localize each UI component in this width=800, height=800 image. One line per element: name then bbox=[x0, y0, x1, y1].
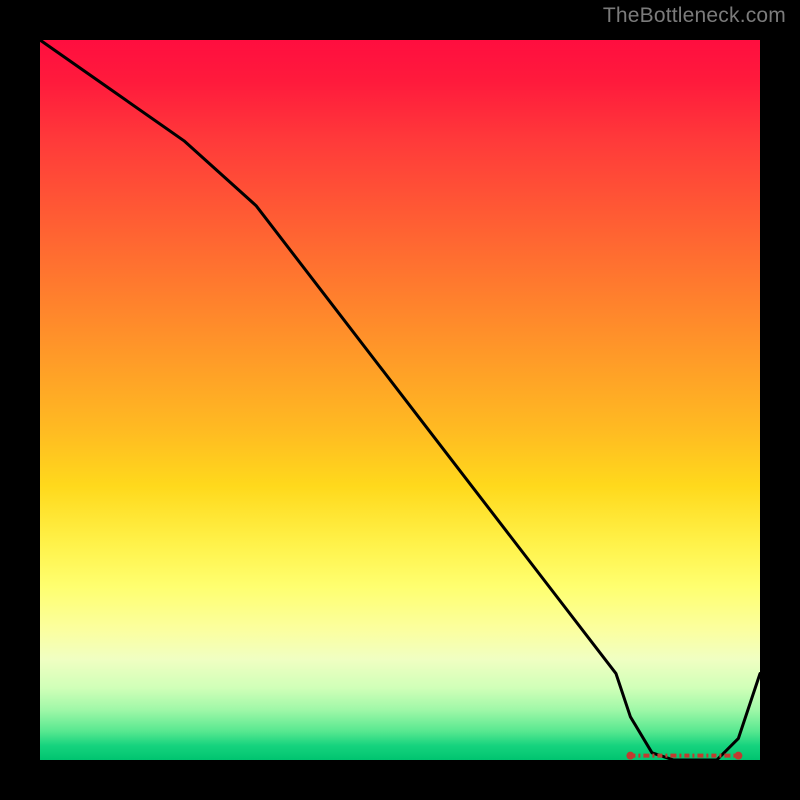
curve-layer bbox=[40, 40, 760, 760]
flat-region-end-marker bbox=[734, 752, 742, 760]
chart-stage: TheBottleneck.com bbox=[0, 0, 800, 800]
attribution-text: TheBottleneck.com bbox=[603, 4, 786, 28]
flat-region-start-marker bbox=[626, 752, 634, 760]
curve-path bbox=[40, 40, 760, 760]
chart-svg bbox=[40, 40, 760, 760]
